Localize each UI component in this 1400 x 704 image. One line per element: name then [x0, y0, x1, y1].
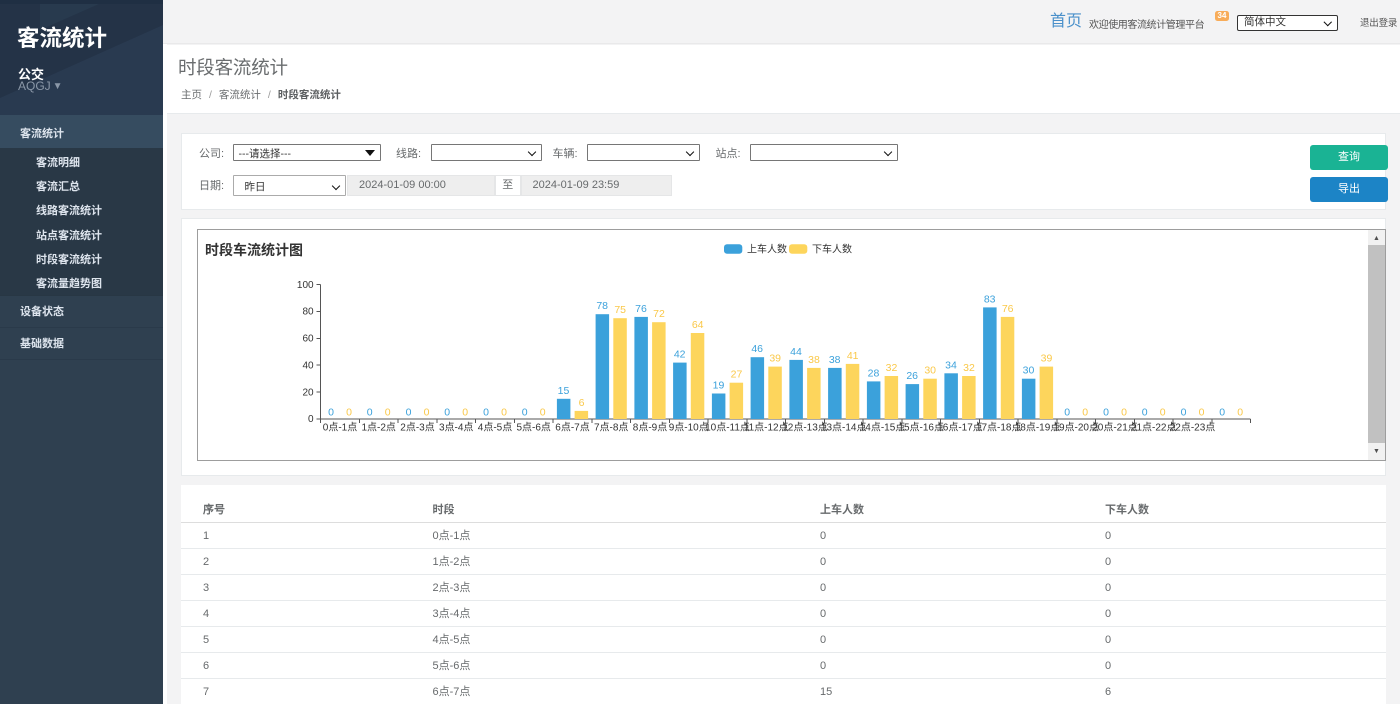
svg-text:39: 39 [769, 353, 781, 365]
svg-text:0: 0 [483, 407, 489, 419]
svg-text:0点-1点: 0点-1点 [323, 422, 357, 434]
svg-text:0: 0 [367, 407, 373, 419]
svg-text:72: 72 [653, 308, 665, 320]
svg-text:76: 76 [1002, 303, 1014, 315]
svg-text:22点-23点: 22点-23点 [1170, 422, 1216, 434]
svg-text:15: 15 [558, 385, 570, 397]
svg-text:0: 0 [1082, 407, 1088, 419]
svg-text:0: 0 [1219, 407, 1225, 419]
svg-text:0: 0 [444, 407, 450, 419]
svg-text:9点-10点: 9点-10点 [669, 422, 709, 434]
svg-text:60: 60 [302, 334, 314, 345]
svg-text:78: 78 [596, 300, 608, 312]
svg-text:38: 38 [829, 354, 841, 366]
svg-text:上车人数: 上车人数 [747, 243, 787, 256]
svg-text:40: 40 [302, 360, 314, 371]
svg-text:83: 83 [984, 293, 996, 305]
svg-text:0: 0 [1199, 407, 1205, 419]
svg-text:41: 41 [847, 350, 859, 362]
svg-text:0: 0 [462, 407, 468, 419]
svg-text:6: 6 [579, 397, 585, 409]
svg-text:28: 28 [868, 367, 880, 379]
svg-text:4点-5点: 4点-5点 [478, 422, 512, 434]
svg-text:0: 0 [346, 407, 352, 419]
svg-text:0: 0 [385, 407, 391, 419]
svg-text:7点-8点: 7点-8点 [594, 422, 628, 434]
svg-text:3点-4点: 3点-4点 [439, 422, 473, 434]
svg-text:0: 0 [308, 414, 314, 425]
svg-text:0: 0 [1181, 407, 1187, 419]
svg-text:75: 75 [614, 304, 626, 316]
svg-text:0: 0 [328, 407, 334, 419]
svg-text:8点-9点: 8点-9点 [633, 422, 667, 434]
svg-text:时段车流统计图: 时段车流统计图 [205, 242, 303, 258]
svg-text:34: 34 [945, 359, 957, 371]
svg-text:6点-7点: 6点-7点 [555, 422, 589, 434]
svg-text:0: 0 [1160, 407, 1166, 419]
svg-text:20: 20 [302, 387, 314, 398]
svg-text:0: 0 [424, 407, 430, 419]
svg-text:44: 44 [790, 346, 802, 358]
svg-text:0: 0 [1142, 407, 1148, 419]
svg-text:100: 100 [297, 280, 314, 291]
svg-text:2点-3点: 2点-3点 [400, 422, 434, 434]
svg-text:27: 27 [731, 369, 743, 381]
svg-text:42: 42 [674, 349, 686, 361]
svg-text:39: 39 [1041, 353, 1053, 365]
svg-text:下车人数: 下车人数 [812, 243, 852, 256]
svg-text:32: 32 [886, 362, 898, 374]
svg-text:1点-2点: 1点-2点 [361, 422, 395, 434]
svg-text:0: 0 [1121, 407, 1127, 419]
svg-text:38: 38 [808, 354, 820, 366]
svg-text:80: 80 [302, 307, 314, 318]
svg-text:46: 46 [751, 343, 763, 355]
svg-text:0: 0 [501, 407, 507, 419]
svg-text:26: 26 [906, 370, 918, 382]
svg-text:0: 0 [522, 407, 528, 419]
svg-text:76: 76 [635, 303, 647, 315]
svg-text:0: 0 [1103, 407, 1109, 419]
svg-text:32: 32 [963, 362, 975, 374]
svg-text:30: 30 [924, 365, 936, 377]
svg-text:5点-6点: 5点-6点 [516, 422, 550, 434]
svg-text:0: 0 [540, 407, 546, 419]
svg-text:19: 19 [713, 380, 725, 392]
svg-text:0: 0 [1064, 407, 1070, 419]
svg-text:0: 0 [1237, 407, 1243, 419]
svg-text:64: 64 [692, 319, 704, 331]
svg-text:30: 30 [1023, 365, 1035, 377]
svg-text:0: 0 [406, 407, 412, 419]
